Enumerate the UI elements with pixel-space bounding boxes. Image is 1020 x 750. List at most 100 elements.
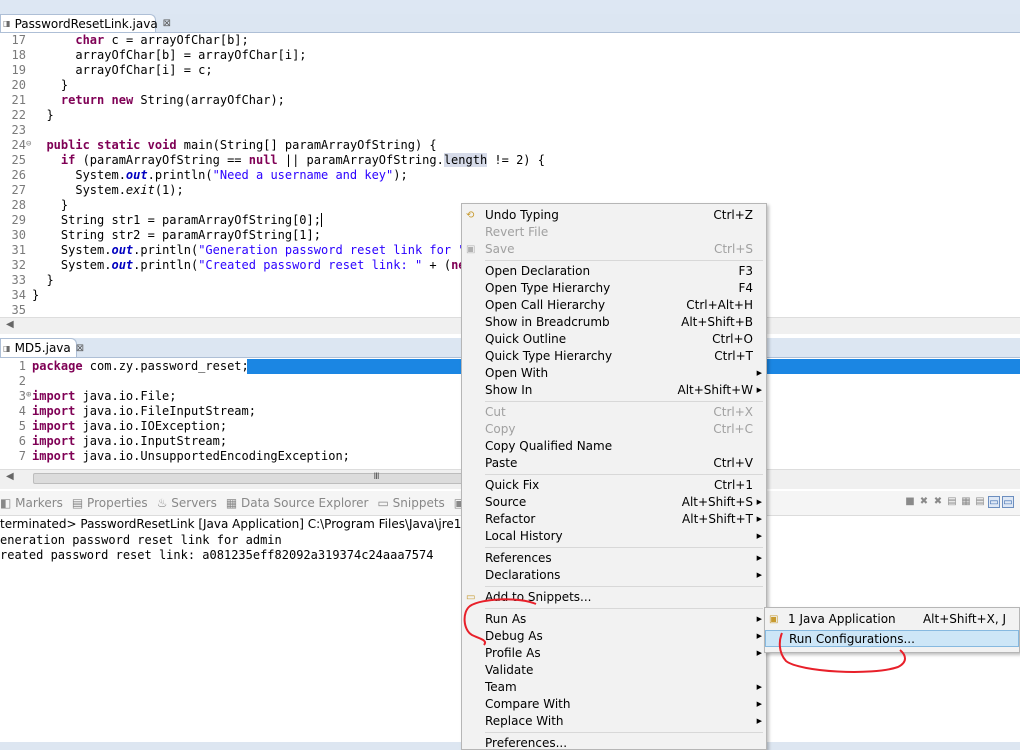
menu-item-copy-qualified-name[interactable]: Copy Qualified Name (462, 438, 766, 455)
menu-item-compare-with[interactable]: Compare With ▶ (462, 696, 766, 713)
menu-item-run-configurations[interactable]: Run Configurations... (765, 630, 1019, 647)
menu-item-shortcut: Ctrl+O (712, 332, 753, 346)
menu-item-declarations[interactable]: Declarations ▶ (462, 567, 766, 584)
console-toolbar-icon[interactable]: ▭ (1002, 496, 1014, 508)
menu-item-profile-as[interactable]: Profile As ▶ (462, 645, 766, 662)
menu-item-revert-file[interactable]: Revert File (462, 224, 766, 241)
console-output-line: reated password reset link: a081235eff82… (0, 548, 434, 562)
line-number: 32 (11, 258, 26, 272)
menu-item-run-as[interactable]: Run As ▶ (462, 611, 766, 628)
code-token: + ( (422, 258, 452, 272)
menu-item-show-in-breadcrumb[interactable]: Show in Breadcrumb Alt+Shift+B (462, 314, 766, 331)
code-text: public static void main(String[] paramAr… (32, 138, 436, 153)
submenu-arrow-icon: ▶ (756, 615, 762, 623)
menu-item-save[interactable]: ▣ Save Ctrl+S (462, 241, 766, 258)
code-token: String str2 = paramArrayOfString[1]; (32, 228, 321, 242)
menu-item-cut[interactable]: Cut Ctrl+X (462, 404, 766, 421)
code-token: java.io.UnsupportedEncodingException; (75, 449, 350, 463)
menu-item-open-declaration[interactable]: Open Declaration F3 (462, 263, 766, 280)
console-toolbar-icon[interactable]: ▤ (946, 496, 958, 508)
code-token: (paramArrayOfString == (75, 153, 249, 167)
line-number: 3 (18, 389, 26, 403)
menu-item-label: Show In (485, 383, 533, 397)
fold-toggle-icon[interactable]: ⊕ (26, 388, 31, 403)
view-tab-data-source-explorer[interactable]: ▦ Data Source Explorer (226, 496, 369, 510)
close-icon[interactable]: ⊠ (163, 18, 171, 29)
menu-item-label: Show in Breadcrumb (485, 315, 610, 329)
code-token: } (32, 78, 69, 92)
code-text: import java.io.UnsupportedEncodingExcept… (32, 449, 350, 464)
code-token: System. (32, 183, 126, 197)
submenu-arrow-icon: ▶ (756, 649, 762, 657)
line-number: 22 (11, 108, 26, 122)
menu-item-open-type-hierarchy[interactable]: Open Type Hierarchy F4 (462, 280, 766, 297)
view-tab-properties[interactable]: ▤ Properties (72, 496, 148, 510)
menu-item-shortcut: Ctrl+S (713, 242, 753, 256)
menu-item-quick-type-hierarchy[interactable]: Quick Type Hierarchy Ctrl+T (462, 348, 766, 365)
menu-item-label: Undo Typing (485, 208, 559, 222)
console-toolbar: ■ ✖ ✖ ▤ ▦ ▤ ▭ ▭ (904, 496, 1014, 508)
line-number: 25 (11, 153, 26, 167)
console-toolbar-icon[interactable]: ▤ (974, 496, 986, 508)
console-toolbar-icon[interactable]: ✖ (918, 496, 930, 508)
menu-item-paste[interactable]: Paste Ctrl+V (462, 455, 766, 472)
line-number: 28 (11, 198, 26, 212)
menu-item-undo-typing[interactable]: ⟲ Undo Typing Ctrl+Z (462, 207, 766, 224)
menu-item-source[interactable]: Source Alt+Shift+S ▶ (462, 494, 766, 511)
menu-separator (485, 586, 763, 587)
menu-item-team[interactable]: Team ▶ (462, 679, 766, 696)
menu-item-label: Compare With (485, 697, 571, 711)
console-toolbar-icon[interactable]: ▭ (988, 496, 1000, 508)
console-toolbar-icon[interactable]: ■ (904, 496, 916, 508)
menu-separator (485, 547, 763, 548)
scroll-left-icon[interactable]: ◀ (6, 471, 14, 482)
menu-item-copy[interactable]: Copy Ctrl+C (462, 421, 766, 438)
code-token: arrayOfChar[i] = c; (32, 63, 213, 77)
console-toolbar-icon[interactable]: ▦ (960, 496, 972, 508)
menu-item-replace-with[interactable]: Replace With ▶ (462, 713, 766, 730)
code-token: import (32, 449, 76, 463)
code-line: 24 ⊖ public static void main(String[] par… (0, 138, 1020, 153)
view-tab-servers[interactable]: ♨ Servers (157, 496, 217, 510)
scroll-left-icon[interactable]: ◀ (6, 319, 14, 330)
menu-item-open-call-hierarchy[interactable]: Open Call Hierarchy Ctrl+Alt+H (462, 297, 766, 314)
console-toolbar-icon[interactable]: ✖ (932, 496, 944, 508)
menu-item-show-in[interactable]: Show In Alt+Shift+W ▶ (462, 382, 766, 399)
menu-item-refactor[interactable]: Refactor Alt+Shift+T ▶ (462, 511, 766, 528)
menu-item-label: References (485, 551, 552, 565)
menu-item-label: Quick Outline (485, 332, 567, 346)
menu-item-quick-outline[interactable]: Quick Outline Ctrl+O (462, 331, 766, 348)
run-as-submenu: ▣ 1 Java Application Alt+Shift+X, J Run Con… (764, 607, 1020, 653)
menu-item-label: Save (485, 242, 515, 256)
view-tab-snippets[interactable]: ▭ Snippets (378, 496, 445, 510)
menu-item-open-with[interactable]: Open With ▶ (462, 365, 766, 382)
code-line: 18 arrayOfChar[b] = arrayOfChar[i]; (0, 48, 1020, 63)
submenu-arrow-icon: ▶ (756, 554, 762, 562)
menu-item-validate[interactable]: Validate (462, 662, 766, 679)
code-token: new (111, 93, 134, 107)
line-number: 2 (18, 374, 26, 388)
menu-item-preferences[interactable]: Preferences... (462, 735, 766, 750)
code-token: String str1 = paramArrayOfString[0]; (32, 213, 321, 227)
menu-item-local-history[interactable]: Local History ▶ (462, 528, 766, 545)
code-text: char c = arrayOfChar[b]; (32, 33, 248, 48)
menu-item-1-java-application[interactable]: ▣ 1 Java Application Alt+Shift+X, J (765, 611, 1019, 628)
code-text: import java.io.IOException; (32, 419, 227, 434)
line-number: 35 (11, 303, 26, 317)
view-tab-markers[interactable]: ◧ Markers (0, 496, 63, 510)
menu-item-references[interactable]: References ▶ (462, 550, 766, 567)
tab-md5[interactable]: ◨ MD5.java ⊠ (0, 338, 84, 357)
menu-item-add-to-snippets[interactable]: ▭ Add to Snippets... (462, 589, 766, 606)
menu-item-label: Copy Qualified Name (485, 439, 613, 453)
fold-toggle-icon[interactable]: ⊖ (26, 137, 31, 152)
menu-item-shortcut: Ctrl+Alt+H (686, 298, 753, 312)
tab-password-reset-link[interactable]: ◨ PasswordResetLink.java ⊠ (0, 14, 171, 32)
code-text: arrayOfChar[b] = arrayOfChar[i]; (32, 48, 306, 63)
menu-item-debug-as[interactable]: Debug As ▶ (462, 628, 766, 645)
menu-item-quick-fix[interactable]: Quick Fix Ctrl+1 (462, 477, 766, 494)
code-token: String(arrayOfChar); (133, 93, 285, 107)
code-token: .println( (147, 168, 213, 182)
code-token: System. (32, 168, 126, 182)
close-icon[interactable]: ⊠ (76, 343, 84, 354)
